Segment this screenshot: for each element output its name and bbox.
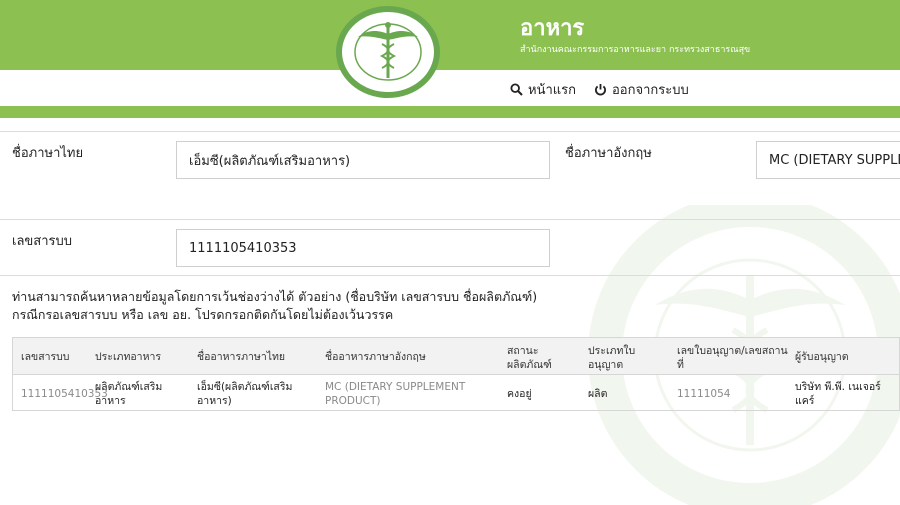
reg-number-label: เลขสารบบ <box>12 234 73 249</box>
table-cell-thai: เอ็มซี(ผลิตภัณฑ์เสริมอาหาร) <box>197 381 293 407</box>
col-header-reg: เลขสารบบ <box>21 351 70 363</box>
table-cell-eng: MC (DIETARY SUPPLEMENT PRODUCT) <box>325 381 466 407</box>
col-header-license-no: เลขใบอนุญาต/เลขสถานที่ <box>677 345 788 371</box>
nav-home-link[interactable]: หน้าแรก <box>510 80 576 98</box>
site-subtitle: สำนักงานคณะกรรมการอาหารและยา กระทรวงสาธา… <box>520 45 751 55</box>
nav-bar <box>0 70 900 106</box>
table-cell-license-no: 11111054 <box>677 388 731 400</box>
table-cell-type: ผลิตภัณฑ์เสริมอาหาร <box>95 381 163 407</box>
table-cell-status: คงอยู่ <box>507 388 532 400</box>
col-header-license-type: ประเภทใบอนุญาต <box>588 345 636 371</box>
thai-name-label: ชื่อภาษาไทย <box>12 146 84 161</box>
divider <box>0 131 900 132</box>
col-header-type: ประเภทอาหาร <box>95 351 162 363</box>
power-icon <box>595 83 606 95</box>
reg-number-input[interactable]: 1111105410353 <box>176 229 550 267</box>
nav-logout-link[interactable]: ออกจากระบบ <box>594 80 689 98</box>
header-bar <box>0 0 900 70</box>
search-icon <box>510 82 523 96</box>
table-cell-license-type: ผลิต <box>588 388 608 400</box>
divider <box>0 219 900 220</box>
table-cell-licensee: บริษัท พี.พี. เนเจอร์ แคร์ <box>795 381 881 407</box>
col-header-eng: ชื่ออาหารภาษาอังกฤษ <box>325 351 426 363</box>
search-hint-line2: กรณีกรอเลขสารบบ หรือ เลข อย. โปรดกรอกติด… <box>12 307 394 322</box>
col-header-thai: ชื่ออาหารภาษาไทย <box>197 351 286 363</box>
thai-name-input[interactable]: เอ็มซี(ผลิตภัณฑ์เสริมอาหาร) <box>176 141 550 179</box>
results-table: เลขสารบบ ประเภทอาหาร ชื่ออาหารภาษาไทย ชื… <box>12 337 900 411</box>
english-name-label: ชื่อภาษาอังกฤษ <box>565 146 652 161</box>
table-cell-reg[interactable]: 1111105410353 <box>21 387 108 401</box>
english-name-input[interactable]: MC (DIETARY SUPPLE <box>756 141 900 179</box>
nav-logout-label: ออกจากระบบ <box>612 82 689 98</box>
col-header-status: สถานะผลิตภัณฑ์ <box>507 345 552 371</box>
site-title: อาหาร <box>520 15 585 40</box>
header-stripe <box>0 106 900 118</box>
search-hint-line1: ท่านสามารถค้นหาหลายข้อมูลโดยการเว้นช่องว… <box>12 289 538 304</box>
nav-home-label: หน้าแรก <box>528 82 576 98</box>
fda-seal-logo <box>336 6 440 98</box>
col-header-licensee: ผู้รับอนุญาต <box>795 351 849 363</box>
divider <box>0 275 900 276</box>
